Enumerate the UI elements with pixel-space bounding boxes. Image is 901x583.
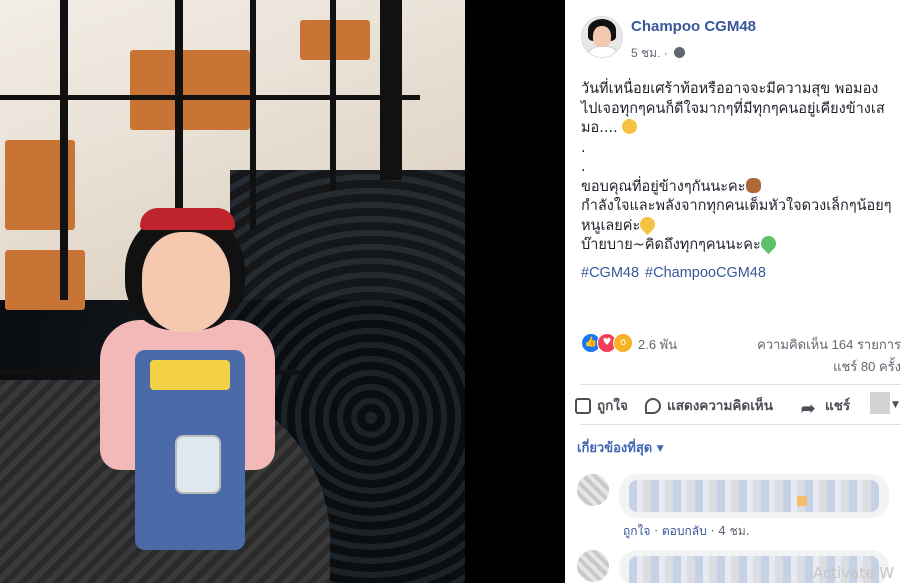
post-line: . [581,159,586,175]
photo-viewer [0,0,565,583]
post-body: วันที่เหนื่อยเศร้าท้อหรืออาจจะมีความสุข … [581,80,901,256]
photo-railing [175,0,183,230]
activate-windows-watermark: Activate W [813,564,895,582]
hashtag-link[interactable]: #CGM48 [581,265,639,281]
commenter-avatar[interactable] [577,550,609,582]
post-line: มอ.... [581,120,618,136]
page-name-link[interactable]: Champoo CGM48 [631,18,756,35]
photo-chair [5,250,85,310]
comment-reply-link[interactable]: ตอบกลับ [662,524,707,538]
comment-label: แสดงความคิดเห็น [667,398,773,413]
post-line: กำลังใจและพลังจากทุกคนเต็มหัวใจดวงเล็กๆน… [581,198,892,214]
photo-person-headband [140,208,235,230]
avatar-body [587,46,619,57]
post-line: ไปเจอทุกๆคนก็ดีใจมากๆที่มีทุกๆคนอยู่เคีย… [581,100,885,117]
divider [581,384,901,385]
share-count-link[interactable]: แชร์ 80 ครั้ง [757,356,901,378]
hashtag-link[interactable]: #ChampooCGM48 [645,265,766,281]
photo-railing [60,0,68,300]
meta-separator: · [654,524,662,538]
wow-icon: o [613,333,633,353]
photo-person-face [142,232,230,332]
blurred-comment-text [629,480,879,512]
yellow-heart-emoji-icon [637,213,659,235]
photo-person [80,200,300,583]
comment-sort-dropdown[interactable]: เกี่ยวข้องที่สุด ▼ [577,437,664,458]
thumbs-up-icon [575,398,591,414]
post-header: Champoo CGM48 5 ชม. · [581,16,901,64]
post-hashtags: #CGM48 #ChampooCGM48 [581,265,772,281]
share-button[interactable]: แชร์ [801,392,850,420]
post-sidebar: Champoo CGM48 5 ชม. · วันที่เหนื่อยเศร้า… [565,0,901,583]
comment-like-link[interactable]: ถูกใจ [623,524,650,538]
page-avatar[interactable] [581,16,623,58]
post-line: วันที่เหนื่อยเศร้าท้อหรืออาจจะมีความสุข … [581,81,879,97]
post-line: . [581,139,586,156]
bear-emoji-icon [745,177,761,193]
meta-separator: · [663,46,672,60]
post-line: บ๊ายบาย~คิดถึงทุกๆคนนะคะ [581,237,761,253]
comment-count-link[interactable]: ความคิดเห็น 164 รายการ [757,334,901,356]
comment-icon [645,398,661,414]
photo-table [130,50,250,130]
smile-emoji-icon [622,119,638,134]
photo-person-print [150,360,230,390]
viewer-avatar-thumb[interactable] [870,392,890,414]
comment-sort-label: เกี่ยวข้องที่สุด [577,441,653,456]
post-line: หนูเลยค่ะ [581,217,641,234]
post-line: ขอบคุณที่อยู่ข้างๆกันนะคะ [581,178,746,195]
photo-railing [0,95,420,100]
comment-actions: ถูกใจ · ตอบกลับ · 4 ชม. [623,522,750,541]
avatar-face [593,26,611,48]
reaction-count[interactable]: 2.6 พัน [638,334,677,355]
like-button[interactable]: ถูกใจ [575,392,628,420]
caret-down-icon: ▼ [656,444,664,454]
commenter-avatar[interactable] [577,474,609,506]
share-label: แชร์ [825,398,851,413]
photo-railing [250,0,256,230]
caret-down-icon[interactable]: ▼ [892,400,899,410]
globe-icon[interactable] [674,47,686,58]
post-action-bar: ถูกใจ แสดงความคิดเห็น แชร์ [575,392,901,420]
photo-column [380,0,402,180]
share-icon [801,396,819,412]
post-meta: 5 ชม. · [631,44,686,63]
blurred-emoji [797,496,807,506]
photo-person-cup [175,435,221,494]
comment-button[interactable]: แสดงความคิดเห็น [645,392,773,420]
comment-bubble [619,474,889,518]
like-label: ถูกใจ [597,398,628,413]
divider [581,424,901,425]
comment-time[interactable]: 4 ชม. [718,524,749,538]
post-photo[interactable] [0,0,465,583]
post-time[interactable]: 5 ชม. [631,46,660,60]
engagement-counts: ความคิดเห็น 164 รายการ แชร์ 80 ครั้ง [757,334,901,378]
